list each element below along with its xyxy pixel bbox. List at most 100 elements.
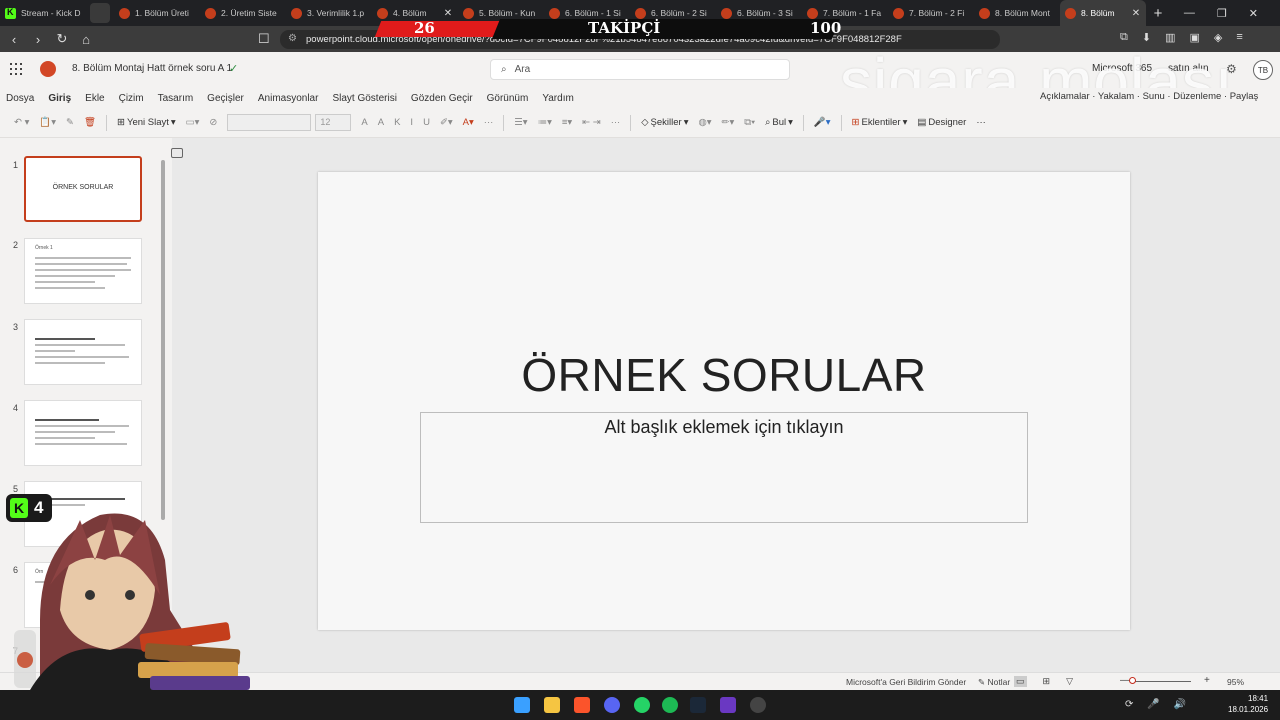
spotify-icon[interactable] <box>662 697 678 713</box>
back-icon[interactable]: ‹ <box>4 32 24 47</box>
collapse-pane-icon[interactable] <box>171 148 183 158</box>
search-box[interactable]: ⌕ Ara <box>490 59 790 80</box>
tab-gorunum[interactable]: Görünüm <box>487 93 529 104</box>
tab-bolum-7-2[interactable]: 7. Bölüm - 2 Fi <box>888 0 974 26</box>
maximize-icon[interactable]: ❐ <box>1217 7 1227 20</box>
minimize-icon[interactable]: — <box>1184 7 1195 20</box>
font-color-icon[interactable]: A▾ <box>463 117 474 128</box>
italic-icon[interactable]: I <box>410 117 413 128</box>
hide-slide-icon[interactable]: ⊘ <box>209 117 217 128</box>
slide-thumbnail-4[interactable] <box>24 400 142 466</box>
mic-icon[interactable]: 🎤 <box>1147 699 1159 710</box>
home-icon[interactable]: ⌂ <box>76 32 96 47</box>
more-options-icon[interactable]: ··· <box>976 117 986 128</box>
vs-icon[interactable] <box>720 697 736 713</box>
feedback-link[interactable]: Microsoft'a Geri Bildirim Gönder <box>846 677 966 687</box>
arrange-icon[interactable]: ⧉▾ <box>744 117 755 128</box>
tab-ekle[interactable]: Ekle <box>85 93 104 104</box>
normal-view-icon[interactable]: ▭ <box>1014 676 1027 687</box>
clock[interactable]: 18:41 18.01.2026 <box>1228 693 1268 715</box>
subtitle-placeholder[interactable]: Alt başlık eklemek için tıklayın <box>420 412 1028 523</box>
fill-icon[interactable]: ◍▾ <box>698 117 711 128</box>
tab-bolum-8-mont[interactable]: 8. Bölüm Mont <box>974 0 1060 26</box>
find-button[interactable]: ⌕ Bul ▾ <box>765 117 793 128</box>
start-icon[interactable] <box>514 697 530 713</box>
downloads-icon[interactable]: ⬇ <box>1142 31 1151 44</box>
layout-icon[interactable]: ▭▾ <box>186 117 200 128</box>
slide-thumbnail-3[interactable] <box>24 319 142 385</box>
grow-font-icon[interactable]: A <box>361 117 367 128</box>
format-painter-icon[interactable]: ✎ <box>66 117 74 128</box>
addins-button[interactable]: ⊞ Eklentiler ▾ <box>852 117 908 128</box>
font-family-select[interactable] <box>227 114 312 131</box>
indent-icon[interactable]: ⇤ ⇥ <box>582 117 601 128</box>
tab-dosya[interactable]: Dosya <box>6 93 34 104</box>
bold-icon[interactable]: K <box>394 117 400 128</box>
more-icon[interactable]: ··· <box>611 117 621 128</box>
paste-icon[interactable]: 📋▾ <box>39 117 56 128</box>
new-slide-button[interactable]: ⊞ Yeni Slayt ▾ <box>117 117 176 128</box>
tab-bolum-8-active[interactable]: 8. Bölüm ✕ <box>1060 0 1146 26</box>
wallet-icon[interactable]: ▣ <box>1189 31 1199 44</box>
tab-group-button[interactable] <box>90 3 110 23</box>
slide-title[interactable]: ÖRNEK SORULAR <box>318 348 1130 402</box>
zoom-percent[interactable]: 95% <box>1227 677 1244 687</box>
bookmark-icon[interactable]: ☐ <box>258 31 270 47</box>
tab-bolum-3[interactable]: 3. Verimlilik 1.p <box>286 0 372 26</box>
dictate-icon[interactable]: 🎤▾ <box>814 117 831 128</box>
forward-icon[interactable]: › <box>28 32 48 47</box>
sidebar-icon[interactable]: ▥ <box>1165 31 1175 44</box>
reload-icon[interactable]: ↻ <box>52 31 72 47</box>
network-icon[interactable]: ⟳ <box>1125 699 1133 710</box>
obs-icon[interactable] <box>750 697 766 713</box>
new-tab-button[interactable]: + <box>1146 5 1170 22</box>
extensions-icon[interactable]: ⧉ <box>1120 31 1128 44</box>
tab-gecisler[interactable]: Geçişler <box>207 93 244 104</box>
delete-icon[interactable]: 🗑 <box>84 117 96 128</box>
more-icon[interactable]: ··· <box>484 117 494 128</box>
menu-icon[interactable]: ≡ <box>1236 31 1242 44</box>
zoom-slider-track[interactable] <box>1135 681 1191 682</box>
slideshow-icon[interactable]: ▽ <box>1066 676 1073 687</box>
discord-icon[interactable] <box>604 697 620 713</box>
slide-thumbnail-1[interactable]: ÖRNEK SORULAR <box>24 156 142 222</box>
zoom-slider-thumb[interactable] <box>1129 677 1136 684</box>
slide-thumbnail-2[interactable]: Örnek 1 <box>24 238 142 304</box>
volume-icon[interactable]: 🔊 <box>1174 699 1186 710</box>
shapes-button[interactable]: ◇ Şekiller ▾ <box>641 117 688 128</box>
whatsapp-icon[interactable] <box>634 697 650 713</box>
designer-button[interactable]: ▤ Designer <box>917 117 966 128</box>
close-icon[interactable]: ✕ <box>1131 8 1141 19</box>
tab-cizim[interactable]: Çizim <box>119 93 144 104</box>
menu-right-actions[interactable]: Açıklamalar · Yakalam · Sunu · Düzenleme… <box>1040 91 1258 102</box>
underline-icon[interactable]: U <box>423 117 430 128</box>
bullets-icon[interactable]: ☰▾ <box>514 117 527 128</box>
tab-bolum-1[interactable]: 1. Bölüm Üreti <box>114 0 200 26</box>
avatar[interactable]: TB <box>1253 60 1273 80</box>
file-explorer-icon[interactable] <box>544 697 560 713</box>
thumbnail-scrollbar[interactable] <box>161 160 165 520</box>
tab-bolum-2[interactable]: 2. Üretim Siste <box>200 0 286 26</box>
tab-slayt-gosterisi[interactable]: Slayt Gösterisi <box>332 93 396 104</box>
shrink-font-icon[interactable]: A <box>378 117 384 128</box>
tab-yardim[interactable]: Yardım <box>542 93 574 104</box>
site-info-icon[interactable]: ⚙ <box>288 33 297 44</box>
brave-icon[interactable] <box>574 697 590 713</box>
tab-animasyonlar[interactable]: Animasyonlar <box>258 93 319 104</box>
tab-stream[interactable]: Stream - Kick D <box>0 0 86 26</box>
numbering-icon[interactable]: ≔▾ <box>538 117 552 128</box>
sorter-view-icon[interactable]: ⊞ <box>1043 676 1051 687</box>
current-slide[interactable]: ÖRNEK SORULAR Alt başlık eklemek için tı… <box>318 172 1130 630</box>
steam-icon[interactable] <box>690 697 706 713</box>
shield-icon[interactable]: ◈ <box>1214 31 1222 44</box>
document-title[interactable]: 8. Bölüm Montaj Hatt örnek soru A 1 <box>72 63 232 74</box>
highlight-icon[interactable]: ✐▾ <box>440 117 453 128</box>
close-window-icon[interactable]: ✕ <box>1249 7 1258 20</box>
notes-button[interactable]: ✎ Notlar <box>978 677 1010 688</box>
align-icon[interactable]: ≡▾ <box>562 117 572 128</box>
zoom-in-icon[interactable]: + <box>1204 675 1210 686</box>
tab-tasarim[interactable]: Tasarım <box>158 93 194 104</box>
undo-icon[interactable]: ↶ ▾ <box>14 117 29 128</box>
outline-icon[interactable]: ✏▾ <box>722 117 735 128</box>
font-size-select[interactable]: 12 <box>315 114 352 131</box>
